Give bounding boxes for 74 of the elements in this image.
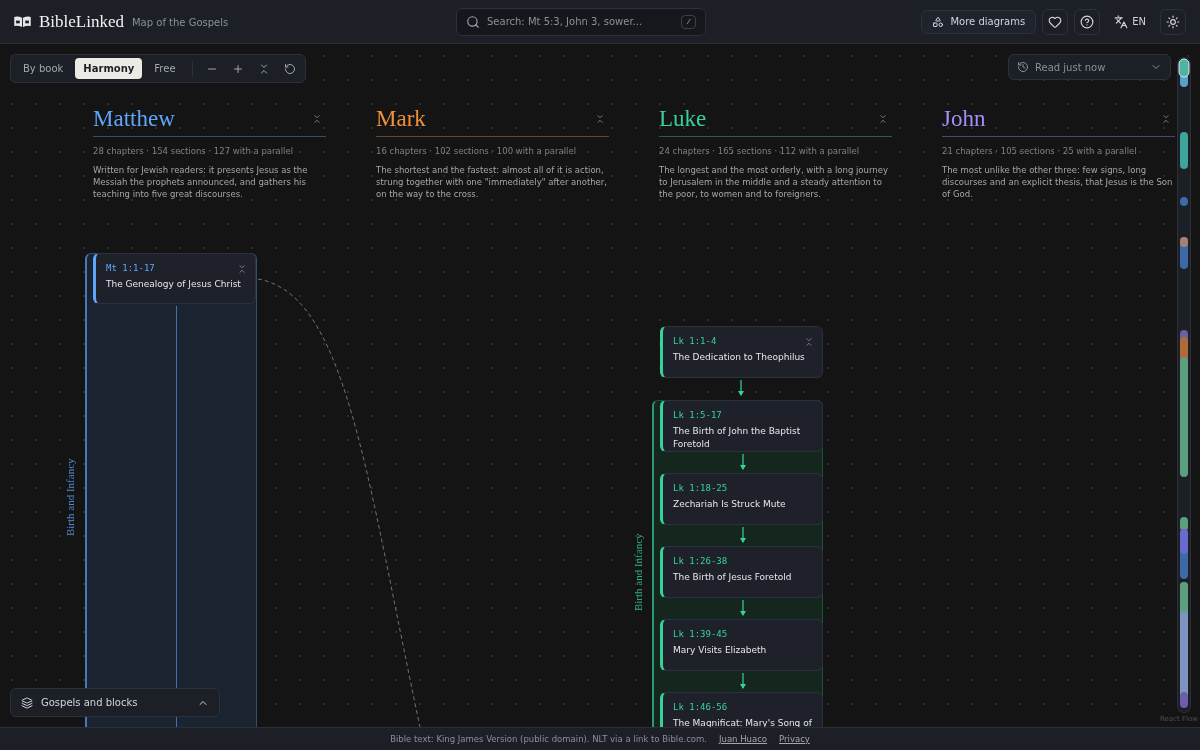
brand-name[interactable]: BibleLinked <box>39 8 124 35</box>
more-diagrams-button[interactable]: More diagrams <box>921 9 1037 34</box>
page-subtitle: Map of the Gospels <box>132 16 229 30</box>
favorite-button[interactable] <box>1042 8 1069 35</box>
collapse-icon[interactable] <box>595 114 605 124</box>
shortcut-key: / <box>681 14 696 29</box>
help-button[interactable] <box>1074 8 1101 35</box>
view-mode-tab[interactable]: By book <box>15 58 72 79</box>
gospel-title: Luke <box>659 105 707 133</box>
sun-icon <box>1166 14 1180 29</box>
gospel-title: Mark <box>376 105 426 133</box>
gospel-stats: 16 chapters · 102 sections · 100 with a parallel <box>376 145 578 158</box>
gospel-description: The longest and the most orderly, with a long journey to Jerusalem in the middle and a steady attention to the poor, to women and to foreigners. <box>659 163 889 200</box>
section-title: The Magnificat: Mary's Song of <box>673 716 813 727</box>
gospel-description: The most unlike the other three: few signs, long discourses and an explicit thesis, that Jesus is the Son of God. <box>942 163 1174 200</box>
section-card[interactable]: Lk 1:18-25 Zechariah Is Struck Mute <box>660 473 823 525</box>
section-card[interactable]: Lk 1:39-45 Mary Visits Elizabeth <box>660 619 823 671</box>
history-icon <box>1017 61 1029 73</box>
collapse-icon[interactable] <box>237 263 247 274</box>
footer-link[interactable]: Privacy <box>779 732 810 746</box>
arrow-icon <box>739 673 747 690</box>
layers-panel-toggle[interactable]: Gospels and blocks <box>10 688 220 717</box>
search-icon <box>466 14 480 29</box>
open-book-icon <box>14 16 31 27</box>
section-reference: Lk 1:5-17 <box>673 409 722 422</box>
gospel-title: Matthew <box>93 105 175 133</box>
section-reference: Mt 1:1-17 <box>106 262 155 275</box>
section-card[interactable]: Lk 1:1-4 The Dedication to Theophilus <box>660 326 823 378</box>
arrow-icon <box>739 454 747 471</box>
gospel-stats: 24 chapters · 165 sections · 112 with a parallel <box>659 145 861 158</box>
section-title: Zechariah Is Struck Mute <box>673 497 787 511</box>
section-reference: Lk 1:26-38 <box>673 555 728 568</box>
section-reference: Lk 1:46-56 <box>673 701 728 714</box>
reset-icon <box>283 62 296 75</box>
theme-button[interactable] <box>1160 8 1186 35</box>
section-card[interactable]: Mt 1:1-17 The Genealogy of Jesus Christ <box>93 253 256 304</box>
shapes-icon <box>932 15 945 28</box>
section-card[interactable]: Lk 1:5-17 The Birth of John the Baptist Foretold <box>660 400 823 452</box>
gospel-description: Written for Jewish readers: it presents Jesus as the Messiah the prophets announced, and gathers his teaching into five great discourses. <box>93 163 309 200</box>
plus-icon <box>231 62 244 75</box>
section-reference: Lk 1:39-45 <box>673 628 728 641</box>
collapse-icon[interactable] <box>878 114 888 124</box>
gospel-title: John <box>942 105 986 133</box>
collapse-icon[interactable] <box>804 336 814 347</box>
arrow-icon <box>739 527 747 544</box>
read-history-select[interactable]: Read just now <box>1008 54 1171 80</box>
section-reference: Lk 1:18-25 <box>673 482 728 495</box>
language-button[interactable]: EN <box>1106 8 1154 35</box>
block-label: Birth and Infancy <box>62 458 77 537</box>
footer-text: Bible text: King James Version (public domain). NLT via a link to Bible.com. <box>390 732 707 746</box>
arrow-icon <box>737 380 745 397</box>
section-card[interactable]: Lk 1:26-38 The Birth of Jesus Foretold <box>660 546 823 598</box>
translate-icon <box>1114 14 1129 29</box>
view-mode-tab[interactable]: Harmony <box>75 58 143 79</box>
layers-icon <box>21 696 33 709</box>
gospel-stats: 28 chapters · 154 sections · 127 with a parallel <box>93 145 295 158</box>
arrow-icon <box>739 600 747 617</box>
section-title: The Dedication to Theophilus <box>673 350 806 364</box>
section-title: The Genealogy of Jesus Christ <box>106 277 242 291</box>
footer-link[interactable]: Juan Huaco <box>719 732 768 746</box>
section-title: The Birth of John the Baptist Foretold <box>673 424 802 451</box>
section-title: Mary Visits Elizabeth <box>673 643 768 657</box>
section-reference: Lk 1:1-4 <box>673 335 717 348</box>
collapse-icon[interactable] <box>1161 114 1171 124</box>
section-title: The Birth of Jesus Foretold <box>673 570 793 584</box>
block-label: Birth and Infancy <box>630 533 645 612</box>
collapse-icon[interactable] <box>312 114 322 124</box>
heart-icon <box>1048 14 1063 29</box>
gospel-stats: 21 chapters · 105 sections · 25 with a parallel <box>942 145 1138 158</box>
help-icon <box>1080 14 1095 29</box>
gospel-description: The shortest and the fastest: almost all of it is action, strung together with one "immediately" after another, on the way to the cross. <box>376 163 609 200</box>
section-card[interactable]: Lk 1:46-56 The Magnificat: Mary's Song of <box>660 692 823 727</box>
view-mode-tab[interactable]: Free <box>146 58 184 79</box>
minimap[interactable] <box>1177 57 1191 713</box>
